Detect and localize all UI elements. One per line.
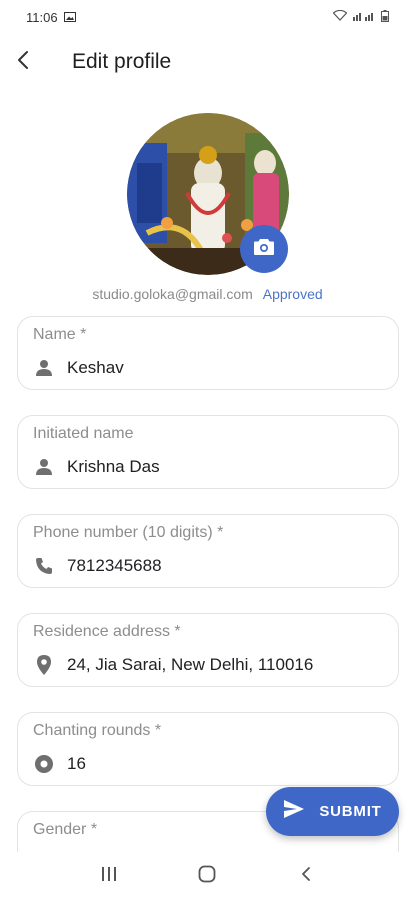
location-pin-icon bbox=[33, 654, 55, 676]
status-bar: 11:06 bbox=[0, 0, 415, 34]
submit-label: SUBMIT bbox=[319, 803, 382, 820]
chevron-left-icon bbox=[299, 866, 313, 887]
home-button[interactable] bbox=[187, 856, 227, 896]
person-icon bbox=[33, 357, 55, 379]
recent-apps-icon bbox=[100, 866, 118, 887]
initiated-name-value: Krishna Das bbox=[67, 457, 160, 476]
chanting-rounds-value: 16 bbox=[67, 754, 86, 773]
initiated-name-value-row: Krishna Das bbox=[33, 456, 160, 478]
status-left: 11:06 bbox=[26, 10, 76, 25]
address-field[interactable]: Residence address * 24, Jia Sarai, New D… bbox=[17, 613, 399, 687]
app-bar: Edit profile bbox=[0, 38, 415, 86]
avatar-wrap bbox=[127, 113, 289, 275]
status-time: 11:06 bbox=[26, 9, 58, 25]
name-value-row: Keshav bbox=[33, 357, 124, 379]
circle-dot-icon bbox=[33, 753, 55, 775]
camera-icon bbox=[253, 237, 275, 262]
phone-icon bbox=[33, 555, 55, 577]
chanting-rounds-value-row: 16 bbox=[33, 753, 86, 775]
recent-apps-button[interactable] bbox=[89, 856, 129, 896]
address-label: Residence address * bbox=[33, 623, 181, 640]
phone-label: Phone number (10 digits) * bbox=[33, 524, 224, 541]
change-photo-button[interactable] bbox=[240, 225, 288, 273]
system-nav-bar bbox=[0, 852, 415, 900]
name-label: Name * bbox=[33, 326, 87, 343]
phone-value-row: 7812345688 bbox=[33, 555, 162, 577]
battery-icon bbox=[381, 9, 389, 25]
status-right bbox=[332, 9, 389, 25]
address-value: 24, Jia Sarai, New Delhi, 110016 bbox=[67, 655, 314, 674]
phone-value: 7812345688 bbox=[67, 556, 162, 575]
wifi-icon bbox=[332, 9, 348, 24]
address-value-row: 24, Jia Sarai, New Delhi, 110016 bbox=[33, 654, 313, 676]
person-icon bbox=[33, 456, 55, 478]
email-status-row: studio.goloka@gmail.com Approved bbox=[0, 286, 415, 302]
page-title: Edit profile bbox=[72, 50, 172, 73]
name-field[interactable]: Name * Keshav bbox=[17, 316, 399, 390]
send-icon bbox=[283, 799, 305, 824]
submit-button[interactable]: SUBMIT bbox=[266, 787, 399, 836]
chanting-rounds-label: Chanting rounds * bbox=[33, 722, 162, 739]
chanting-rounds-field[interactable]: Chanting rounds * 16 bbox=[17, 712, 399, 786]
gallery-notification-icon bbox=[63, 10, 76, 25]
phone-field[interactable]: Phone number (10 digits) * 7812345688 bbox=[17, 514, 399, 588]
system-back-button[interactable] bbox=[286, 856, 326, 896]
profile-email: studio.goloka@gmail.com bbox=[92, 286, 253, 302]
arrow-back-icon bbox=[14, 50, 34, 75]
name-value: Keshav bbox=[67, 358, 124, 377]
initiated-name-field[interactable]: Initiated name Krishna Das bbox=[17, 415, 399, 489]
back-button[interactable] bbox=[0, 38, 48, 86]
approval-status: Approved bbox=[262, 286, 323, 302]
initiated-name-label: Initiated name bbox=[33, 425, 134, 442]
signal-icon bbox=[353, 10, 375, 24]
gender-label: Gender * bbox=[33, 821, 98, 838]
home-icon bbox=[198, 865, 216, 888]
